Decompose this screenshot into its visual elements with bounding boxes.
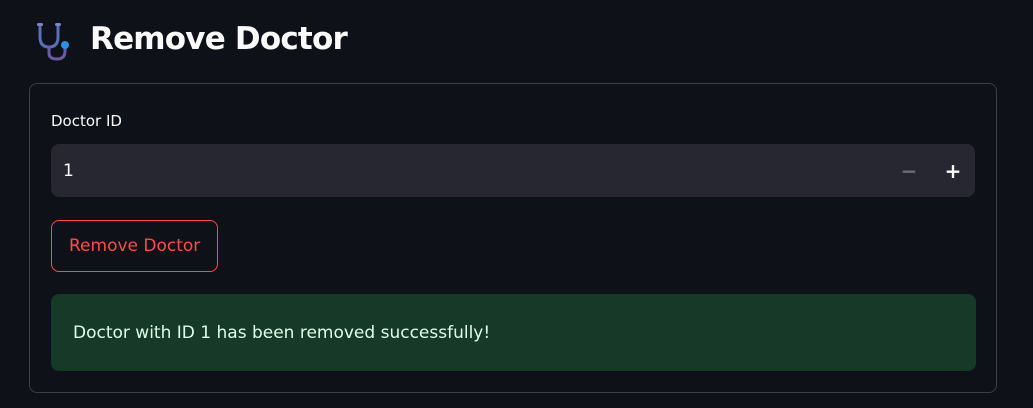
page: Remove Doctor Doctor ID 1 − + Remove Doc… [0,0,1033,408]
stethoscope-icon [34,17,78,61]
decrement-button[interactable]: − [887,144,931,197]
remove-doctor-button[interactable]: Remove Doctor [51,220,219,272]
success-alert: Doctor with ID 1 has been removed succes… [51,294,976,371]
doctor-id-field[interactable]: 1 [51,161,887,181]
doctor-id-number-input: 1 − + [51,144,975,197]
increment-button[interactable]: + [931,144,975,197]
success-message: Doctor with ID 1 has been removed succes… [73,322,491,343]
remove-doctor-form: Doctor ID 1 − + Remove Doctor Doctor wit… [29,83,997,393]
page-title: Remove Doctor [90,21,348,57]
page-header: Remove Doctor [34,14,348,64]
doctor-id-label: Doctor ID [51,112,122,130]
